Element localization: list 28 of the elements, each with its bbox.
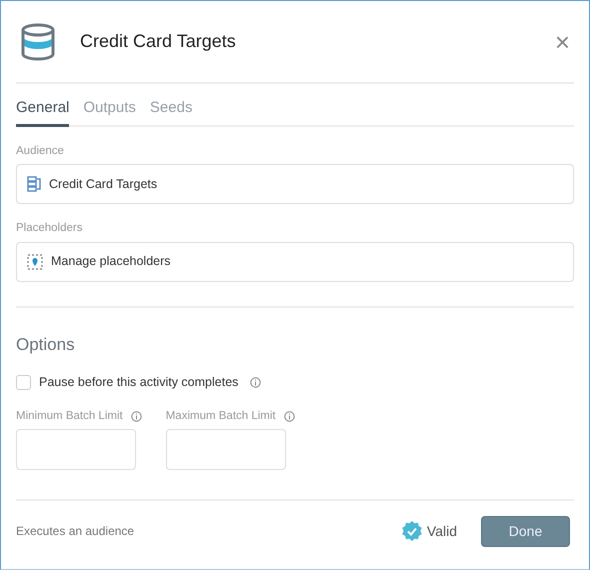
section-heading: Options	[16, 334, 76, 356]
audience-field[interactable]: Credit Card Targets	[16, 164, 574, 204]
verified-badge-icon	[400, 520, 423, 542]
input-field[interactable]	[16, 429, 136, 470]
description-text: Executes an audience	[16, 523, 136, 540]
tab[interactable]: Outputs	[83, 97, 136, 127]
placeholder-icon	[27, 254, 43, 270]
input-field[interactable]	[166, 429, 286, 470]
checkbox[interactable]	[16, 374, 31, 390]
field-label: Audience	[16, 144, 65, 159]
database-icon	[20, 22, 56, 60]
tab[interactable]: Seeds	[150, 97, 192, 127]
info-icon	[284, 410, 295, 422]
info-icon	[250, 376, 262, 388]
placeholders-value: Manage placeholders	[51, 253, 171, 270]
list-icon	[27, 176, 41, 192]
dialog-title: Credit Card Targets	[80, 30, 237, 53]
placeholders-field[interactable]: Manage placeholders	[16, 242, 574, 282]
audience-value: Credit Card Targets	[49, 176, 158, 193]
close-button[interactable]: ×	[554, 28, 570, 54]
status-text: Valid	[426, 522, 457, 540]
field-label: Minimum Batch Limit	[16, 408, 123, 424]
field-label: Maximum Batch Limit	[166, 408, 276, 424]
tab[interactable]: General	[16, 97, 70, 127]
field-label: Placeholders	[16, 221, 84, 236]
info-icon	[130, 410, 142, 422]
checkbox-label: Pause before this activity completes	[39, 374, 238, 391]
done-button[interactable]: Done	[481, 516, 570, 546]
